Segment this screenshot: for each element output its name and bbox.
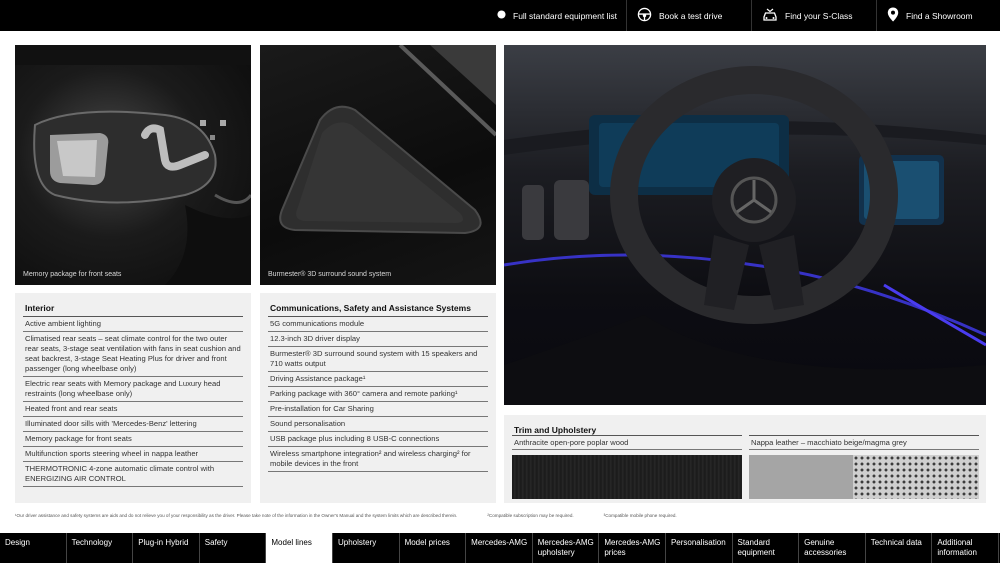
car-icon: [762, 8, 778, 24]
interior-item: Illuminated door sills with 'Mercedes-Be…: [23, 417, 243, 432]
communications-item: Parking package with 360° camera and rem…: [268, 387, 488, 402]
interior-item: Memory package for front seats: [23, 432, 243, 447]
trim-label: Anthracite open-pore poplar wood: [512, 435, 742, 450]
footnotes: ¹Our driver assistance and safety system…: [15, 513, 985, 518]
trim-option-leather: Nappa leather – macchiato beige/magma gr…: [749, 435, 979, 499]
communications-title: Communications, Safety and Assistance Sy…: [268, 301, 488, 317]
circle-icon: [497, 10, 506, 21]
burmester-speaker-image: Burmester® 3D surround sound system: [260, 45, 496, 285]
interior-item: Climatised rear seats – seat climate con…: [23, 332, 243, 377]
communications-item: 12.3-inch 3D driver display: [268, 332, 488, 347]
bottom-nav-upholstery[interactable]: Upholstery: [333, 533, 400, 563]
communications-item: Driving Assistance package¹: [268, 372, 488, 387]
find-showroom-link[interactable]: Find a Showroom: [876, 0, 1000, 31]
bottom-navigation-bar: Design Technology Plug-in Hybrid Safety …: [0, 533, 1000, 563]
top-navigation-bar: Full standard equipment list Book a test…: [0, 0, 1000, 31]
bottom-nav-technical-data[interactable]: Technical data: [866, 533, 933, 563]
speaker-illustration: [279, 45, 496, 235]
leather-swatch-perforated: [852, 455, 979, 499]
interior-item: Electric rear seats with Memory package …: [23, 377, 243, 402]
book-test-drive-label: Book a test drive: [659, 10, 723, 21]
interior-item: Multifunction sports steering wheel in n…: [23, 447, 243, 462]
interior-item: THERMOTRONIC 4-zone automatic climate co…: [23, 462, 243, 487]
interior-title: Interior: [23, 301, 243, 317]
full-equipment-list-label: Full standard equipment list: [513, 10, 617, 21]
bottom-nav-model-prices[interactable]: Model prices: [400, 533, 467, 563]
trim-option-wood: Anthracite open-pore poplar wood: [512, 435, 742, 499]
find-s-class-label: Find your S-Class: [785, 10, 853, 21]
cockpit-image: [504, 45, 986, 405]
footnote-1: ¹Our driver assistance and safety system…: [15, 513, 458, 518]
burmester-caption: Burmester® 3D surround sound system: [268, 271, 392, 278]
bottom-nav-technology[interactable]: Technology: [67, 533, 134, 563]
bottom-nav-design[interactable]: Design: [0, 533, 67, 563]
memory-package-caption: Memory package for front seats: [23, 271, 122, 278]
communications-item: Pre-installation for Car Sharing: [268, 402, 488, 417]
trim-label: Nappa leather – macchiato beige/magma gr…: [749, 435, 979, 450]
communications-item: Sound personalisation: [268, 417, 488, 432]
full-equipment-list-link[interactable]: Full standard equipment list: [487, 0, 625, 31]
find-showroom-label: Find a Showroom: [906, 10, 973, 21]
trim-upholstery-panel: Trim and Upholstery Anthracite open-pore…: [504, 415, 986, 503]
communications-item: Wireless smartphone integration² and wir…: [268, 447, 488, 472]
communications-item: 5G communications module: [268, 317, 488, 332]
leather-swatch: [749, 455, 979, 499]
cockpit-illustration: [504, 66, 986, 405]
bottom-nav-safety[interactable]: Safety: [200, 533, 267, 563]
footnote-2: ²Compatible subscription may be required…: [487, 513, 574, 518]
wood-swatch: [512, 455, 742, 499]
bottom-nav-amg-upholstery[interactable]: Mercedes-AMG upholstery: [533, 533, 600, 563]
interior-item: Heated front and rear seats: [23, 402, 243, 417]
book-test-drive-link[interactable]: Book a test drive: [626, 0, 750, 31]
communications-item: USB package plus including 8 USB-C conne…: [268, 432, 488, 447]
interior-panel: Interior Active ambient lighting Climati…: [15, 293, 251, 503]
bottom-nav-amg-prices[interactable]: Mercedes-AMG prices: [599, 533, 666, 563]
bottom-nav-personalisation[interactable]: Personalisation: [666, 533, 733, 563]
bottom-nav-additional-information[interactable]: Additional information: [932, 533, 999, 563]
interior-item: Active ambient lighting: [23, 317, 243, 332]
bottom-nav-standard-equipment[interactable]: Standard equipment: [733, 533, 800, 563]
bottom-nav-mercedes-amg[interactable]: Mercedes-AMG: [466, 533, 533, 563]
footnote-3: ³Compatible mobile phone required.: [603, 513, 677, 518]
seat-controls-illustration: [15, 45, 251, 285]
memory-package-image: Memory package for front seats: [15, 45, 251, 285]
location-pin-icon: [887, 7, 899, 24]
bottom-nav-plug-in-hybrid[interactable]: Plug-in Hybrid: [133, 533, 200, 563]
communications-item: Burmester® 3D surround sound system with…: [268, 347, 488, 372]
bottom-nav-model-lines[interactable]: Model lines: [266, 533, 333, 563]
communications-panel: Communications, Safety and Assistance Sy…: [260, 293, 496, 503]
leather-swatch-plain: [749, 455, 853, 499]
steering-wheel-icon: [637, 7, 652, 24]
find-s-class-link[interactable]: Find your S-Class: [751, 0, 875, 31]
bottom-nav-genuine-accessories[interactable]: Genuine accessories: [799, 533, 866, 563]
